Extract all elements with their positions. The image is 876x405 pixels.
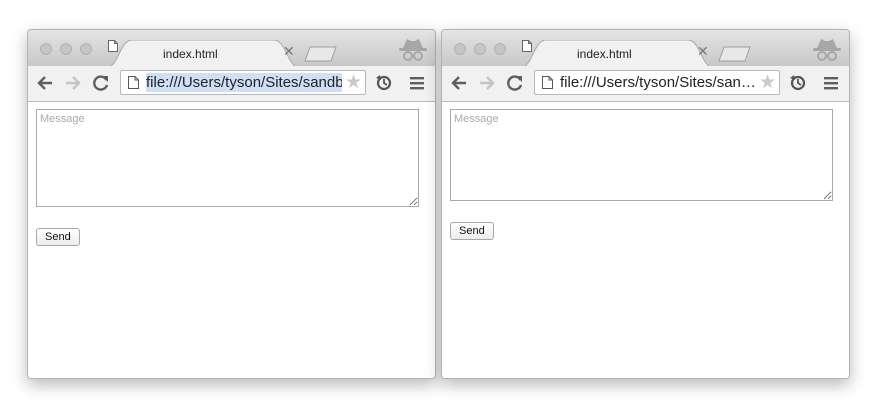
tab-close-icon[interactable]: ✕ xyxy=(697,44,709,58)
forward-arrow-icon[interactable] xyxy=(478,74,496,92)
browser-tab[interactable]: index.html ✕ xyxy=(522,40,712,67)
menu-icon[interactable] xyxy=(823,75,839,91)
toolbar: file:///Users/tyson/Sites/sandbox/index.… xyxy=(28,66,435,102)
url-text[interactable]: file:///Users/tyson/Sites/sandbox/index.… xyxy=(146,73,342,92)
window-minimize-light[interactable] xyxy=(474,43,486,55)
url-text[interactable]: file:///Users/tyson/Sites/sandbox/index.… xyxy=(560,73,756,92)
bookmark-star-icon[interactable]: ★ xyxy=(759,73,776,92)
tab-close-icon[interactable]: ✕ xyxy=(283,44,295,58)
title-bar: index.html ✕ xyxy=(442,30,849,67)
tab-title: index.html xyxy=(577,47,632,61)
incognito-icon xyxy=(399,39,427,61)
page-content: Send xyxy=(28,102,435,378)
window-zoom-light[interactable] xyxy=(494,43,506,55)
window-zoom-light[interactable] xyxy=(80,43,92,55)
toolbar: file:///Users/tyson/Sites/sandbox/index.… xyxy=(442,66,849,102)
browser-window-2: index.html ✕ file:///Users/tyson/Sites/s… xyxy=(441,29,850,379)
address-bar[interactable]: file:///Users/tyson/Sites/sandbox/index.… xyxy=(534,70,780,95)
new-tab-icon[interactable] xyxy=(718,46,752,62)
reload-icon[interactable] xyxy=(92,74,110,92)
message-textarea[interactable] xyxy=(450,109,833,201)
new-tab-icon[interactable] xyxy=(304,46,338,62)
back-arrow-icon[interactable] xyxy=(36,74,54,92)
address-bar[interactable]: file:///Users/tyson/Sites/sandbox/index.… xyxy=(120,70,366,95)
page-content: Send xyxy=(442,102,849,378)
page-icon xyxy=(108,40,118,52)
extension-sync-icon[interactable] xyxy=(789,74,807,92)
page-icon xyxy=(128,76,139,89)
message-textarea[interactable] xyxy=(36,109,419,207)
page-icon xyxy=(542,76,553,89)
tab-title: index.html xyxy=(163,47,218,61)
incognito-icon xyxy=(813,39,841,61)
bookmark-star-icon[interactable]: ★ xyxy=(345,73,362,92)
extension-sync-icon[interactable] xyxy=(375,74,393,92)
send-button[interactable]: Send xyxy=(36,228,80,246)
back-arrow-icon[interactable] xyxy=(450,74,468,92)
title-bar: index.html ✕ xyxy=(28,30,435,67)
window-close-light[interactable] xyxy=(40,43,52,55)
menu-icon[interactable] xyxy=(409,75,425,91)
forward-arrow-icon[interactable] xyxy=(64,74,82,92)
browser-window-1: index.html ✕ file:///Users/tyson/Sites/s… xyxy=(27,29,436,379)
browser-tab[interactable]: index.html ✕ xyxy=(108,40,298,67)
send-button[interactable]: Send xyxy=(450,222,494,240)
page-icon xyxy=(522,40,532,52)
window-minimize-light[interactable] xyxy=(60,43,72,55)
window-close-light[interactable] xyxy=(454,43,466,55)
reload-icon[interactable] xyxy=(506,74,524,92)
